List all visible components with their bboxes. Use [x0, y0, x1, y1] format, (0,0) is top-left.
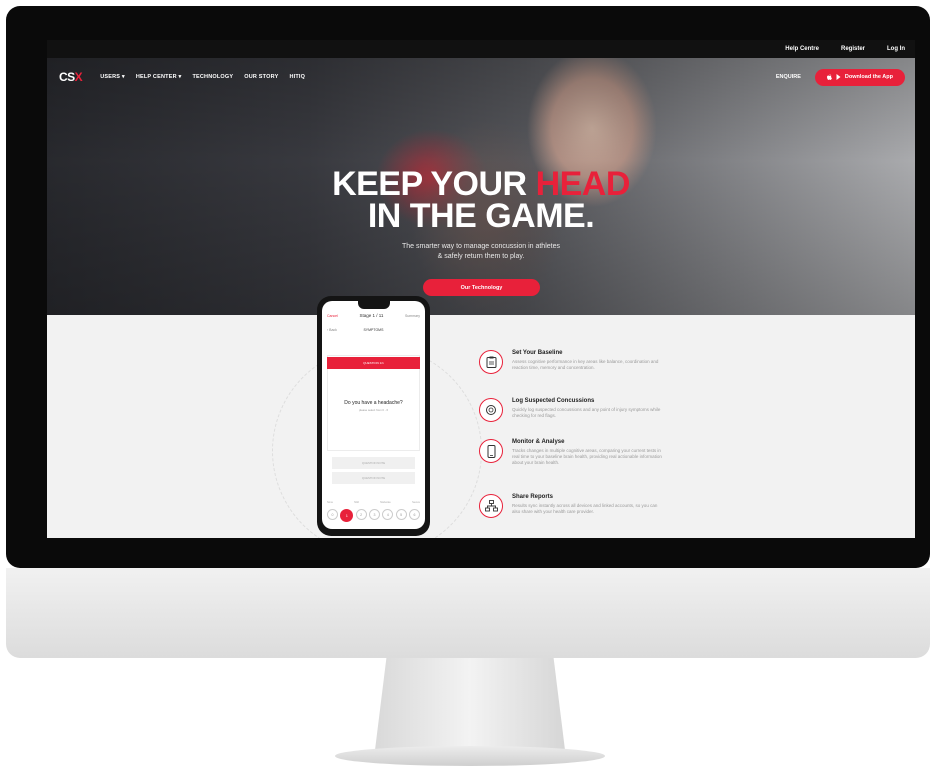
feature-description: Tracks changes in multiple cognitive are… [512, 448, 662, 465]
phone-question-sub: please select from 0 - 6 [358, 408, 389, 412]
phone-stage-title: Stage 1 / 11 [359, 313, 384, 318]
network-icon [479, 494, 503, 518]
feature-title: Log Suspected Concussions [512, 398, 595, 404]
help-centre-link[interactable]: Help Centre [785, 46, 819, 52]
login-link[interactable]: Log In [887, 46, 905, 52]
phone-cancel[interactable]: Cancel [327, 314, 338, 318]
phone-rating-scale: 0 1 2 3 4 5 6 [327, 509, 420, 522]
phone-summary[interactable]: Summary [405, 314, 420, 318]
feature-title: Set Your Baseline [512, 350, 563, 356]
enquire-link[interactable]: ENQUIRE [776, 74, 801, 80]
scale-label-moderate: Moderate [380, 501, 391, 504]
phone-section-title: SYMPTOMS [363, 328, 384, 332]
nav-hitiq[interactable]: HITIQ [289, 74, 305, 80]
apple-icon [826, 74, 832, 80]
phone-option-2[interactable]: QUESTION NOTE [332, 472, 415, 484]
hero-subtitle-line2: & safely return them to play. [437, 253, 525, 260]
phone-notch [358, 301, 390, 309]
hero-subtitle-line1: The smarter way to manage concussion in … [402, 243, 560, 250]
phone-question: Do you have a headache? [344, 400, 403, 406]
phone-mockup: Cancel Stage 1 / 11 Summary ‹ Back SYMPT… [317, 296, 430, 536]
stage: Help Centre Register Log In CSX USERS ▾ … [0, 0, 937, 778]
logo[interactable]: CSX [59, 70, 83, 84]
clipboard-icon [479, 350, 503, 374]
phone-scale-labels: None Mild Moderate Severe [327, 501, 420, 504]
our-technology-button[interactable]: Our Technology [423, 279, 540, 296]
download-app-label: Download the App [844, 74, 893, 80]
monitor-stand-base [335, 746, 605, 766]
scale-option-4[interactable]: 4 [382, 509, 394, 520]
phone-question-bar: QUESTION 1/1 [327, 357, 420, 369]
top-utility-bar: Help Centre Register Log In [47, 40, 915, 58]
nav-technology[interactable]: TECHNOLOGY [192, 74, 233, 80]
phone-header: Cancel Stage 1 / 11 Summary [322, 313, 425, 318]
phone-subheader: ‹ Back SYMPTOMS [322, 328, 425, 332]
scale-label-mild: Mild [354, 501, 359, 504]
phone-option-1[interactable]: QUESTION NOTE [332, 457, 415, 469]
scale-option-5[interactable]: 5 [395, 509, 407, 520]
monitor-stand [375, 658, 565, 750]
logo-accent: X [74, 70, 83, 84]
scale-option-2[interactable]: 2 [355, 509, 367, 520]
feature-description: Assess cognitive performance in key area… [512, 359, 659, 370]
nav-help-center[interactable]: HELP CENTER ▾ [136, 74, 182, 80]
phone-icon [479, 439, 503, 463]
register-link[interactable]: Register [841, 46, 865, 52]
phone-screen: Cancel Stage 1 / 11 Summary ‹ Back SYMPT… [322, 301, 425, 529]
download-app-button[interactable]: Download the App [814, 68, 905, 86]
scale-label-severe: Severe [412, 501, 420, 504]
head-icon [479, 398, 503, 422]
nav-users[interactable]: USERS ▾ [100, 74, 125, 80]
nav-our-story[interactable]: OUR STORY [244, 74, 278, 80]
feature-title: Monitor & Analyse [512, 439, 565, 445]
main-nav: CSX USERS ▾ HELP CENTER ▾ TECHNOLOGY OUR… [59, 67, 905, 87]
phone-back[interactable]: ‹ Back [327, 328, 337, 332]
scale-label-none: None [327, 501, 333, 504]
logo-text: CS [59, 70, 75, 84]
scale-option-3[interactable]: 3 [368, 509, 380, 520]
play-store-icon [836, 74, 841, 80]
hero-title-line2: IN THE GAME. [367, 197, 595, 235]
screen: Help Centre Register Log In CSX USERS ▾ … [47, 40, 915, 538]
scale-option-0[interactable]: 0 [327, 509, 338, 520]
hero-section: CSX USERS ▾ HELP CENTER ▾ TECHNOLOGY OUR… [47, 58, 915, 315]
scale-option-6[interactable]: 6 [408, 509, 420, 520]
feature-description: Results sync instantly across all device… [512, 503, 658, 514]
scale-option-1[interactable]: 1 [340, 509, 354, 522]
feature-title: Share Reports [512, 494, 554, 500]
monitor-chin [6, 568, 930, 658]
feature-description: Quickly log suspected concussions and an… [512, 407, 661, 418]
